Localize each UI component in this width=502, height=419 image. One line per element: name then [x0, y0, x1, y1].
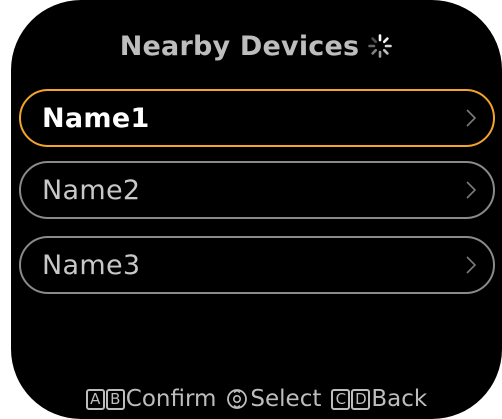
select-label: Select	[250, 386, 322, 412]
loading-spinner-icon	[367, 33, 393, 59]
device-item-name3[interactable]: Name3	[19, 236, 495, 294]
chevron-right-icon	[466, 109, 477, 127]
device-item-name1[interactable]: Name1	[19, 89, 495, 147]
chevron-right-icon	[466, 181, 477, 199]
select-hint: Select	[226, 386, 321, 412]
device-item-name2[interactable]: Name2	[19, 161, 495, 219]
key-b-icon: B	[105, 388, 125, 410]
device-label: Name3	[42, 249, 141, 281]
confirm-label: Confirm	[125, 386, 217, 412]
key-d-icon: D	[351, 388, 371, 410]
key-c-icon: C	[331, 388, 351, 410]
header: Nearby Devices	[11, 26, 502, 66]
control-hints-bar: A B Confirm Select C D Back	[11, 381, 502, 417]
device-screen: Nearby Devices Name1 Name2 Name3 A B Con…	[11, 0, 502, 419]
device-label: Name2	[42, 174, 141, 206]
key-a-icon: A	[85, 388, 105, 410]
page-title: Nearby Devices	[119, 30, 360, 62]
back-hint: C D Back	[331, 386, 427, 412]
dial-icon	[227, 389, 248, 409]
confirm-hint: A B Confirm	[85, 386, 217, 412]
chevron-right-icon	[466, 256, 477, 274]
back-label: Back	[371, 386, 428, 412]
device-label: Name1	[42, 102, 150, 134]
